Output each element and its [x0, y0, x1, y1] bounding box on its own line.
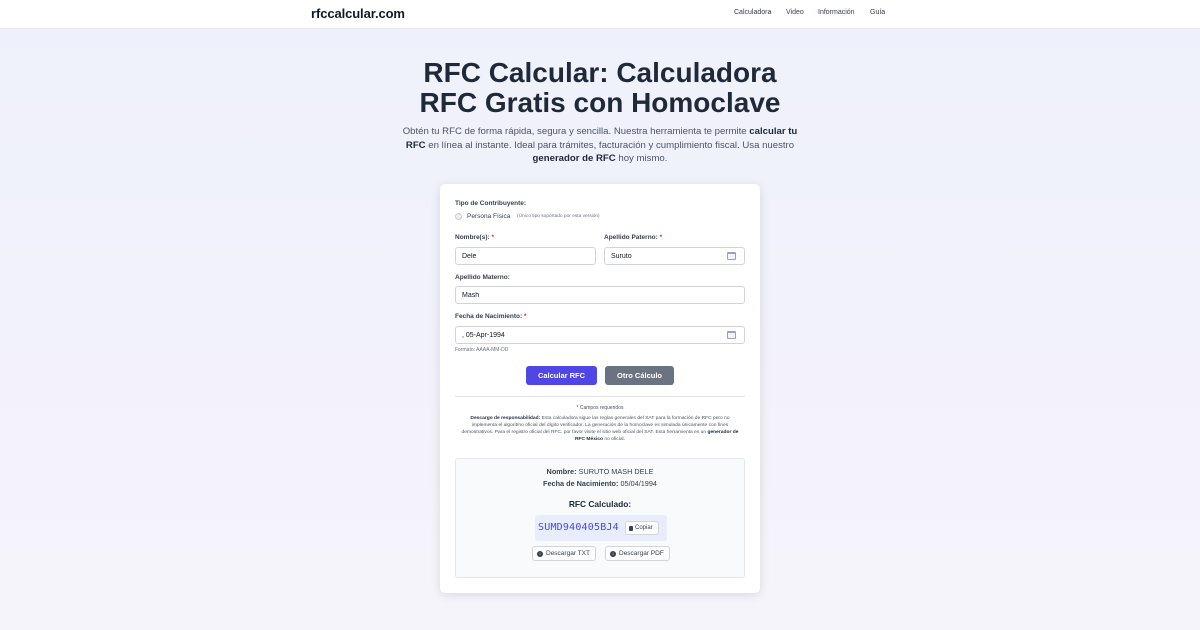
fecha-nacimiento-input[interactable] — [455, 326, 745, 344]
disclaimer: Descargo de responsabilidad: Esta calcul… — [458, 416, 742, 444]
download-pdf-label: Descargar PDF — [619, 550, 664, 557]
download-txt-label: Descargar TXT — [546, 550, 590, 557]
page-title: RFC Calcular: Calculadora RFC Gratis con… — [300, 58, 900, 118]
nav-informacion[interactable]: Información — [818, 9, 855, 16]
required-fields-note: * Campos requeridos — [576, 405, 624, 411]
result-nombre-label: Nombre: — [546, 467, 577, 476]
top-navbar: rfccalcular.com Calculadora Video Inform… — [0, 0, 1200, 29]
nav-video[interactable]: Video — [786, 9, 804, 16]
divider — [455, 396, 745, 397]
result-nombre: Nombre: SURUTO MASH DELE — [456, 467, 744, 476]
paterno-label-text: Apellido Paterno: — [604, 234, 658, 241]
calendar-icon — [727, 252, 736, 260]
rfc-calculado-title: RFC Calculado: — [568, 499, 632, 509]
result-nombre-value: SURUTO MASH DELE — [578, 467, 654, 476]
download-txt-button[interactable]: ↓ Descargar TXT — [532, 546, 596, 561]
subtitle-part-3: hoy mismo. — [618, 153, 668, 164]
required-asterisk: * — [491, 234, 495, 241]
apellido-paterno-input[interactable] — [604, 247, 745, 265]
nav-guia[interactable]: Guía — [870, 9, 885, 16]
result-panel: Nombre: SURUTO MASH DELE Fecha de Nacimi… — [455, 458, 745, 578]
nombre-input[interactable] — [455, 247, 596, 265]
download-pdf-button[interactable]: ↓ Descargar PDF — [605, 546, 670, 561]
rfc-code: SUMD940405BJ4 — [538, 522, 619, 533]
rfc-calculator-card: Tipo de Contribuyente: Persona Física (Ú… — [440, 184, 760, 593]
fecha-nacimiento-label: Fecha de Nacimiento: * — [455, 313, 527, 320]
disclaimer-heading: Descargo de responsabilidad: — [470, 416, 541, 421]
calcular-rfc-button[interactable]: Calcular RFC — [526, 366, 597, 385]
copy-button[interactable]: Copiar — [625, 521, 659, 535]
calendar-icon[interactable] — [727, 331, 736, 339]
title-line-1: RFC Calcular: Calculadora — [423, 57, 777, 88]
disclaimer-end: no oficial. — [604, 436, 626, 442]
result-fecha-value: 05/04/1994 — [620, 479, 657, 488]
hero-subtitle: Obtén tu RFC de forma rápida, segura y s… — [400, 125, 800, 166]
required-asterisk: * — [524, 313, 527, 320]
apellido-materno-label: Apellido Materno: — [455, 274, 510, 281]
otro-calculo-button[interactable]: Otro Cálculo — [605, 366, 674, 385]
tipo-contribuyente-label: Tipo de Contribuyente: — [455, 200, 527, 207]
nav-calculadora[interactable]: Calculadora — [734, 9, 771, 16]
copy-icon — [629, 525, 633, 531]
required-asterisk: * — [659, 234, 663, 241]
nombre-label: Nombre(s): * — [455, 234, 494, 241]
rfc-code-box: SUMD940405BJ4 Copiar — [535, 515, 667, 541]
apellido-paterno-label: Apellido Paterno: * — [604, 234, 662, 241]
tipo-note: (Único tipo soportado por esta versión) — [517, 214, 600, 219]
apellido-materno-input[interactable] — [455, 286, 745, 304]
nombre-label-text: Nombre(s): — [455, 234, 490, 241]
copy-button-label: Copiar — [635, 525, 653, 531]
persona-fisica-label: Persona Física — [467, 213, 511, 220]
subtitle-part-2: en línea al instante. Ideal para trámite… — [428, 139, 795, 151]
fecha-format-hint: Formato: AAAA-MM-DD — [455, 347, 509, 353]
download-icon: ↓ — [610, 550, 616, 557]
result-fecha: Fecha de Nacimiento: 05/04/1994 — [456, 479, 744, 488]
fecha-label-text: Fecha de Nacimiento: — [455, 313, 523, 320]
title-line-2: RFC Gratis con Homoclave — [419, 87, 781, 118]
subtitle-bold-2: generador de RFC — [532, 153, 616, 164]
persona-fisica-radio[interactable] — [455, 213, 462, 220]
result-fecha-label: Fecha de Nacimiento: — [543, 479, 619, 488]
download-icon: ↓ — [537, 550, 543, 557]
subtitle-part-1: Obtén tu RFC de forma rápida, segura y s… — [402, 126, 747, 137]
brand-logo[interactable]: rfccalcular.com — [311, 6, 405, 21]
